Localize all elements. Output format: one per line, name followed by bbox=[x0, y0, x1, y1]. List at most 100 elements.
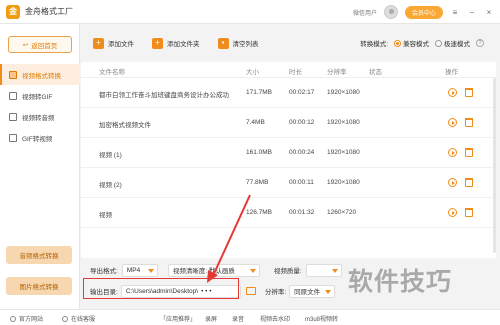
sidebar-item-video-to-gif[interactable]: 视频转GIF bbox=[0, 85, 80, 106]
status-bar: 官方网站 在线客服 「应用推荐」 录屏 录音 视频去水印 m3u8视频转 bbox=[0, 309, 500, 325]
menu-icon[interactable]: ≡ bbox=[450, 7, 460, 17]
mode-compat-radio[interactable]: 兼容模式 bbox=[394, 38, 429, 48]
file-duration: 00:00:12 bbox=[289, 119, 315, 126]
delete-icon[interactable] bbox=[465, 118, 473, 127]
app-logo-icon: 金 bbox=[6, 4, 20, 19]
app-title: 金舟格式工厂 bbox=[25, 7, 73, 16]
table-row[interactable]: 视频 (1) 161.0MB 00:00:24 1920×1080 bbox=[81, 139, 496, 168]
clarity-select[interactable]: 视频清晰度: 默认画质 bbox=[167, 263, 260, 277]
mode-fast-label: 极速模式 bbox=[444, 41, 470, 48]
file-name: 加密格式视频文件 bbox=[99, 122, 151, 129]
globe-icon bbox=[10, 315, 16, 322]
file-resolution: 1260×720 bbox=[327, 209, 357, 216]
chevron-down-icon bbox=[331, 268, 338, 273]
table-row[interactable]: 视频 (2) 77.8MB 00:00:11 1920×1080 bbox=[81, 169, 496, 198]
remove-watermark-link[interactable]: 视频去水印 bbox=[260, 314, 290, 323]
table-row[interactable]: 视频 126.7MB 00:01:32 1260×720 bbox=[81, 199, 496, 228]
convert-mode: 转换模式: 兼容模式 极速模式 ? bbox=[360, 24, 484, 62]
play-icon[interactable] bbox=[448, 178, 457, 187]
table-scrollbar[interactable] bbox=[493, 78, 496, 253]
help-icon[interactable]: ? bbox=[476, 39, 484, 47]
record-screen-link[interactable]: 录屏 bbox=[205, 314, 217, 323]
add-folder-label: 添加文件夹 bbox=[167, 41, 200, 48]
format-value: MP4 bbox=[126, 266, 141, 274]
website-link[interactable]: 官方网站 bbox=[10, 314, 43, 323]
file-name: 视频 (1) bbox=[99, 152, 122, 159]
watermark: 软件技巧 bbox=[348, 268, 453, 296]
image-convert-button[interactable]: 图片格式转换 bbox=[6, 277, 72, 295]
video-icon bbox=[9, 70, 17, 79]
sidebar-item-video-convert[interactable]: 视频格式转换 bbox=[0, 64, 80, 85]
file-size: 7.4MB bbox=[246, 119, 265, 126]
format-select[interactable]: MP4 bbox=[121, 263, 158, 277]
m3u8-link[interactable]: m3u8视频转 bbox=[305, 314, 338, 323]
video-quality-select[interactable] bbox=[305, 263, 342, 277]
delete-icon[interactable] bbox=[465, 208, 473, 217]
user-name[interactable]: 微信用户 bbox=[353, 8, 377, 17]
clear-list-label: 清空列表 bbox=[232, 41, 259, 48]
delete-icon[interactable] bbox=[465, 178, 473, 187]
add-file-button[interactable]: + 添加文件 bbox=[93, 37, 134, 49]
sidebar: ↩ 返回首页 视频格式转换 视频转GIF 视频转音频 GIF转视频 音频格式转换… bbox=[0, 24, 80, 309]
chevron-down-icon bbox=[325, 289, 332, 294]
resolution-value: 同原文件 bbox=[294, 289, 321, 296]
add-folder-button[interactable]: + 添加文件夹 bbox=[152, 37, 200, 49]
sidebar-item-label: 视频格式转换 bbox=[22, 72, 61, 80]
mode-label: 转换模式: bbox=[360, 41, 388, 48]
folder-icon[interactable] bbox=[245, 287, 256, 295]
back-home-button[interactable]: ↩ 返回首页 bbox=[8, 36, 72, 53]
recommend-link[interactable]: 「应用推荐」 bbox=[160, 314, 196, 323]
chevron-down-icon bbox=[249, 268, 256, 273]
sidebar-nav: 视频格式转换 视频转GIF 视频转音频 GIF转视频 bbox=[0, 64, 80, 148]
sidebar-item-label: GIF转视频 bbox=[22, 135, 53, 143]
mode-fast-radio[interactable]: 极速模式 bbox=[435, 38, 470, 48]
header-duration: 时长 bbox=[289, 69, 302, 76]
file-duration: 00:00:24 bbox=[289, 149, 315, 156]
close-icon[interactable]: × bbox=[484, 7, 494, 17]
avatar[interactable] bbox=[383, 5, 398, 19]
file-resolution: 1920×1080 bbox=[327, 149, 360, 156]
remove-watermark-label: 视频去水印 bbox=[260, 317, 291, 323]
toolbar: + 添加文件 + 添加文件夹 ▪ 清空列表 转换模式: 兼容模式 极速模式 ? bbox=[81, 24, 500, 62]
play-icon[interactable] bbox=[448, 208, 457, 217]
recommend-label: 「应用推荐」 bbox=[160, 317, 197, 323]
minimize-icon[interactable]: – bbox=[467, 7, 477, 17]
table-row[interactable]: 加密格式视频文件 7.4MB 00:00:12 1920×1080 bbox=[81, 109, 496, 138]
headset-icon bbox=[62, 315, 68, 322]
table-header: 文件名称 大小 时长 分辨率 状态 操作 bbox=[81, 62, 496, 78]
record-screen-label: 录屏 bbox=[205, 317, 218, 323]
m3u8-label: m3u8视频转 bbox=[305, 317, 339, 323]
file-duration: 00:00:11 bbox=[289, 179, 314, 186]
format-label: 导出格式: bbox=[90, 268, 118, 275]
sidebar-item-gif-to-video[interactable]: GIF转视频 bbox=[0, 127, 80, 148]
table-row[interactable]: 都市白领工作奋斗加班键盘商务设计办公成功 171.7MB 00:02:17 19… bbox=[81, 79, 496, 108]
chevron-down-icon bbox=[147, 268, 154, 273]
vip-center-button[interactable]: 会员中心 bbox=[404, 5, 443, 19]
play-icon[interactable] bbox=[448, 88, 457, 97]
radio-checked-icon bbox=[394, 39, 401, 47]
title-bar: 金 金舟格式工厂 微信用户 会员中心 ≡ – × bbox=[0, 0, 500, 24]
play-icon[interactable] bbox=[448, 118, 457, 127]
add-file-label: 添加文件 bbox=[108, 41, 134, 48]
support-link[interactable]: 在线客服 bbox=[62, 314, 95, 323]
support-label: 在线客服 bbox=[71, 317, 96, 323]
gif-video-icon bbox=[9, 133, 17, 142]
record-audio-label: 录音 bbox=[232, 317, 245, 323]
header-size: 大小 bbox=[246, 69, 259, 76]
delete-icon[interactable] bbox=[465, 148, 473, 157]
record-audio-link[interactable]: 录音 bbox=[232, 314, 244, 323]
clarity-value: 视频清晰度: 默认画质 bbox=[172, 268, 235, 275]
sidebar-item-video-to-audio[interactable]: 视频转音频 bbox=[0, 106, 80, 127]
output-dir-highlight-box bbox=[83, 278, 239, 299]
clear-list-button[interactable]: ▪ 清空列表 bbox=[217, 37, 259, 49]
header-status: 状态 bbox=[369, 69, 382, 76]
header-resolution: 分辨率 bbox=[327, 69, 347, 76]
folder-plus-icon: + bbox=[152, 37, 163, 49]
delete-icon[interactable] bbox=[465, 88, 473, 97]
plus-icon: + bbox=[93, 37, 104, 49]
resolution-select[interactable]: 同原文件 bbox=[289, 284, 336, 298]
file-name: 视频 bbox=[99, 212, 112, 219]
file-duration: 00:02:17 bbox=[289, 89, 315, 96]
audio-convert-button[interactable]: 音频格式转换 bbox=[6, 246, 72, 264]
play-icon[interactable] bbox=[448, 148, 457, 157]
